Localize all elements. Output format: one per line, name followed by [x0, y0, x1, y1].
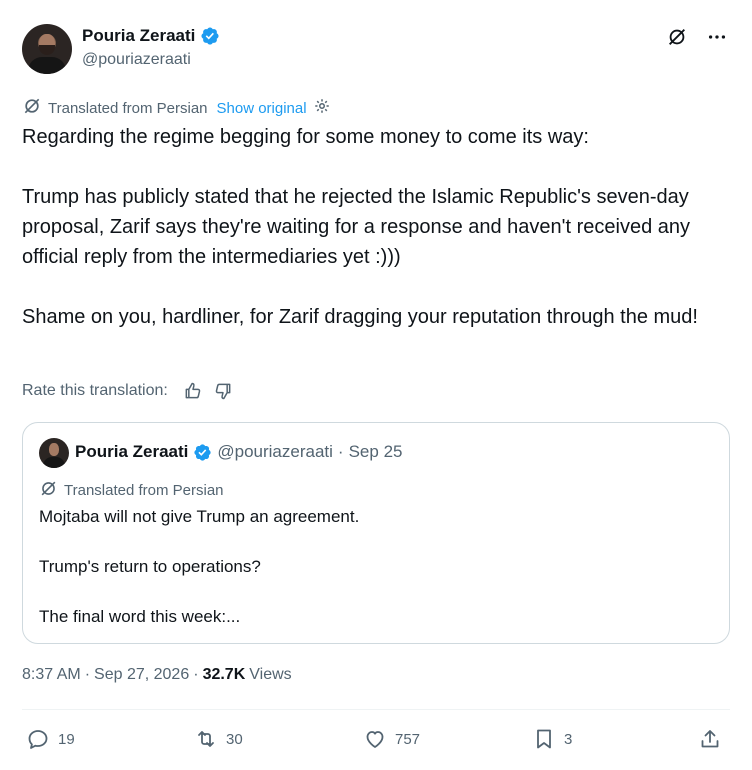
author-avatar[interactable] [22, 24, 72, 74]
more-options-icon[interactable] [706, 26, 728, 48]
share-button[interactable] [698, 727, 722, 751]
quoted-author-display-name[interactable]: Pouria Zeraati [75, 442, 188, 462]
reply-button[interactable]: 19 [26, 727, 75, 751]
bookmark-count: 3 [564, 730, 573, 748]
quoted-translation-label: Translated from Persian [64, 482, 224, 499]
author-handle[interactable]: @pouriazeraati [82, 51, 191, 69]
tweet-metadata: 8:37 AM · Sep 27, 2026 · 32.7K Views [22, 666, 292, 684]
translation-notice: Translated from Persian Show original [22, 96, 331, 120]
translate-icon [22, 96, 42, 120]
quoted-tweet-line: Trump's return to operations? [39, 557, 261, 576]
verified-badge-icon [193, 443, 212, 462]
translate-icon [39, 479, 58, 502]
show-original-link[interactable]: Show original [217, 100, 307, 117]
share-icon [698, 727, 722, 751]
quoted-tweet-line: Mojtaba will not give Trump an agreement… [39, 507, 360, 526]
quoted-tweet-line: The final word this week:... [39, 607, 241, 626]
action-bar: 19 30 757 3 [26, 727, 726, 755]
meta-separator: · [84, 666, 91, 683]
thumbs-down-icon[interactable] [212, 380, 234, 402]
thumbs-up-icon[interactable] [182, 380, 204, 402]
quoted-tweet-date[interactable]: Sep 25 [349, 442, 403, 462]
verified-badge-icon [200, 26, 220, 46]
like-count: 757 [395, 730, 421, 748]
repost-icon [194, 727, 218, 751]
header-actions [666, 26, 728, 48]
heart-icon [363, 727, 387, 751]
tweet-paragraph: Regarding the regime begging for some mo… [22, 126, 589, 148]
repost-button[interactable]: 30 [194, 727, 243, 751]
rate-translation: Rate this translation: [22, 380, 234, 402]
views-label: Views [249, 666, 292, 683]
tweet-text: Regarding the regime begging for some mo… [22, 122, 730, 332]
author-name-row[interactable]: Pouria Zeraati [82, 26, 220, 46]
quoted-tweet[interactable]: Pouria Zeraati @pouriazeraati · Sep 25 T… [22, 422, 730, 644]
quoted-tweet-header: Pouria Zeraati @pouriazeraati · Sep 25 [75, 442, 402, 462]
quoted-tweet-text: Mojtaba will not give Trump an agreement… [39, 504, 359, 629]
tweet-time[interactable]: 8:37 AM [22, 666, 81, 684]
translation-label: Translated from Persian [48, 99, 208, 117]
meta-separator: · [193, 666, 199, 683]
bookmark-icon [532, 727, 556, 751]
author-display-name[interactable]: Pouria Zeraati [82, 26, 195, 46]
quoted-meta-separator: · [337, 442, 344, 461]
grok-icon[interactable] [666, 26, 688, 48]
quoted-author-handle[interactable]: @pouriazeraati [217, 442, 333, 462]
translation-settings-icon[interactable] [313, 97, 331, 119]
tweet-paragraph: Shame on you, hardliner, for Zarif dragg… [22, 306, 698, 328]
divider [22, 709, 730, 710]
tweet-date[interactable]: Sep 27, 2026 [94, 666, 189, 684]
repost-count: 30 [226, 730, 243, 748]
quoted-author-avatar[interactable] [39, 438, 69, 468]
rate-translation-label: Rate this translation: [22, 382, 168, 399]
like-button[interactable]: 757 [363, 727, 420, 751]
reply-icon [26, 727, 50, 751]
views-count: 32.7K [202, 666, 246, 683]
quoted-translation-notice: Translated from Persian [39, 479, 224, 502]
tweet-paragraph: Trump has publicly stated that he reject… [22, 186, 690, 268]
reply-count: 19 [58, 730, 75, 748]
bookmark-button[interactable]: 3 [532, 727, 572, 751]
